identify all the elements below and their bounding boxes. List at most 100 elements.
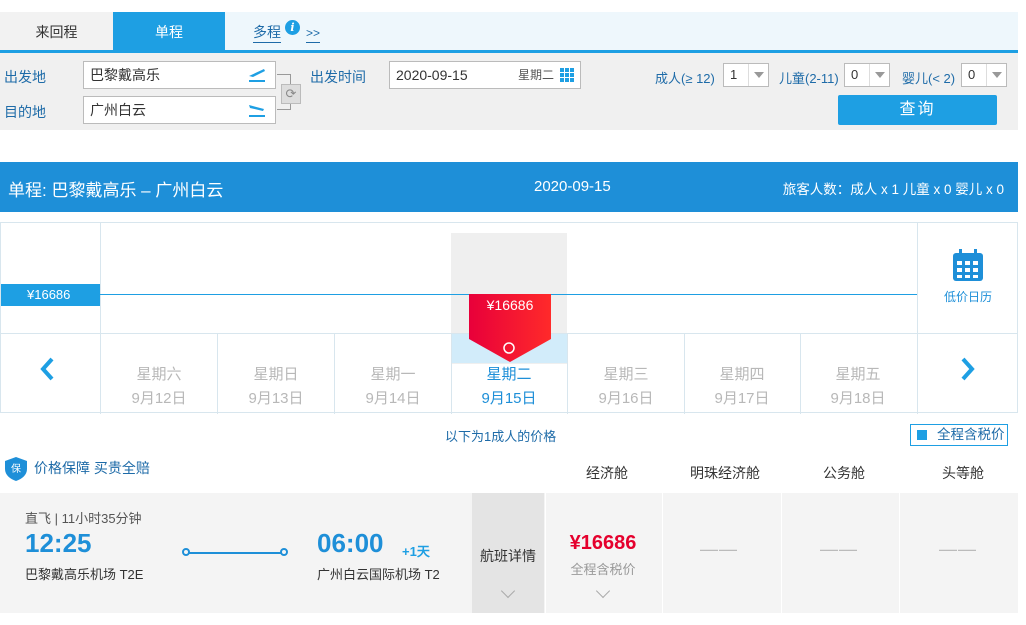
low-price-calendar-button[interactable]: 低价日历 xyxy=(918,248,1018,305)
date-cell[interactable]: 星期一 9月14日 xyxy=(335,363,451,411)
route-end-dot xyxy=(280,548,288,556)
price-axis-label: ¥16686 xyxy=(1,284,100,306)
passenger-summary: 旅客人数：成人 x 1 儿童 x 0 婴儿 x 0 xyxy=(782,182,1004,197)
date-day: 9月13日 xyxy=(248,390,304,407)
search-panel: 出发地 巴黎戴高乐 目的地 广州白云 ⟳ 出发时间 2020-09-15 星期二… xyxy=(0,53,1018,130)
infant-label: 婴儿(< 2) xyxy=(902,71,956,86)
date-cell[interactable]: 星期日 9月13日 xyxy=(218,363,334,411)
date-day: 9月16日 xyxy=(598,390,654,407)
next-day-badge: +1天 xyxy=(402,544,430,559)
info-icon[interactable]: i xyxy=(285,20,300,35)
date-weekday: 星期一 xyxy=(370,366,416,383)
child-label: 儿童(2-11) xyxy=(779,71,839,86)
date-cell[interactable]: 星期六 9月12日 xyxy=(101,363,217,411)
tab-multi[interactable]: 多程 i >> xyxy=(253,12,321,50)
route-line xyxy=(186,552,286,554)
tab-oneway[interactable]: 单程 xyxy=(113,12,225,50)
date-weekday: 星期五 xyxy=(835,366,881,383)
next-week-arrow-icon[interactable] xyxy=(958,355,978,391)
adult-label: 成人(≥ 12) xyxy=(655,71,715,86)
depart-weekday: 星期二 xyxy=(517,68,554,82)
shield-icon: 保 xyxy=(4,456,28,482)
route-date: 2020-09-15 xyxy=(534,178,611,195)
destination-value: 广州白云 xyxy=(90,102,146,118)
infant-select[interactable]: 0 xyxy=(961,63,1007,87)
price-guarantee-label: 价格保障 买贵全赔 xyxy=(34,460,150,476)
tax-inclusive-label: 全程含税价 xyxy=(937,427,1005,442)
date-day: 9月14日 xyxy=(365,390,421,407)
depart-airport: 巴黎戴高乐机场 T2E xyxy=(25,567,144,582)
price-axis-line xyxy=(1,294,917,295)
date-weekday: 星期三 xyxy=(603,366,649,383)
infant-select-value: 0 xyxy=(968,67,976,82)
checkbox-icon xyxy=(917,430,927,440)
first-unavailable: —— xyxy=(939,539,977,559)
date-cell-selected[interactable]: 星期二 9月15日 xyxy=(451,363,567,411)
trip-type-tabs: 来回程 单程 多程 i >> xyxy=(0,12,1018,53)
route-start-dot xyxy=(182,548,190,556)
tax-inclusive-toggle[interactable]: 全程含税价 xyxy=(910,424,1008,446)
selected-price-marker[interactable]: ¥16686 xyxy=(469,294,551,364)
destination-label: 目的地 xyxy=(4,104,46,120)
price-chart: ¥16686 ¥16686 星期六 9月12日 星期日 9月13日 星期一 9月14日… xyxy=(0,222,1018,414)
landing-icon xyxy=(247,100,267,127)
economy-price-note: 全程含税价 xyxy=(570,562,636,577)
date-cell[interactable]: 星期三 9月16日 xyxy=(568,363,684,411)
date-weekday: 星期二 xyxy=(486,366,532,383)
query-button[interactable]: 查询 xyxy=(838,95,997,125)
takeoff-icon xyxy=(247,65,267,92)
depart-time-label: 出发时间 xyxy=(310,69,366,85)
cabin-header-business: 公务舱 xyxy=(823,465,865,481)
origin-value: 巴黎戴高乐 xyxy=(90,67,160,83)
cabin-header-economy: 经济舱 xyxy=(586,465,628,481)
prev-week-arrow-icon[interactable] xyxy=(37,355,57,391)
tab-roundtrip[interactable]: 来回程 xyxy=(0,12,113,50)
tab-multi-label[interactable]: 多程 xyxy=(253,24,281,43)
chevron-down-icon xyxy=(869,64,889,86)
economy-price: ¥16686 xyxy=(569,532,637,554)
cabin-header-pearl-economy: 明珠经济舱 xyxy=(690,465,760,481)
flight-details-button[interactable]: 航班详情 xyxy=(472,493,544,613)
svg-text:保: 保 xyxy=(11,462,21,475)
child-select[interactable]: 0 xyxy=(844,63,890,87)
route-title: 单程: 巴黎戴高乐 – 广州白云 xyxy=(8,181,224,200)
price-guarantee[interactable]: 保 价格保障 买贵全赔 xyxy=(4,457,150,481)
date-cell[interactable]: 星期五 9月18日 xyxy=(800,363,916,411)
date-weekday: 星期日 xyxy=(253,366,299,383)
business-unavailable: —— xyxy=(820,539,858,559)
chevron-down-icon xyxy=(748,64,768,86)
date-day: 9月15日 xyxy=(481,390,537,407)
date-weekday: 星期六 xyxy=(136,366,182,383)
depart-time: 12:25 xyxy=(25,528,92,558)
destination-input[interactable]: 广州白云 xyxy=(83,96,276,124)
origin-input[interactable]: 巴黎戴高乐 xyxy=(83,61,276,89)
arrive-time: 06:00 xyxy=(317,528,384,558)
calendar-icon[interactable] xyxy=(560,68,574,82)
origin-label: 出发地 xyxy=(4,69,46,85)
calendar-icon xyxy=(952,248,984,282)
price-note: 以下为1成人的价格 xyxy=(445,429,557,444)
depart-date-input[interactable]: 2020-09-15 星期二 xyxy=(389,61,581,89)
swap-icon[interactable]: ⟳ xyxy=(281,84,301,104)
flight-meta: 直飞 | 11小时35分钟 xyxy=(25,511,142,526)
date-day: 9月12日 xyxy=(131,390,187,407)
cabin-header-first: 头等舱 xyxy=(942,465,984,481)
date-day: 9月18日 xyxy=(830,390,886,407)
low-price-calendar-label: 低价日历 xyxy=(943,290,992,304)
adult-select[interactable]: 1 xyxy=(723,63,769,87)
pearl-economy-unavailable: —— xyxy=(700,539,738,559)
arrive-airport: 广州白云国际机场 T2 xyxy=(317,567,440,582)
date-weekday: 星期四 xyxy=(719,366,765,383)
date-day: 9月17日 xyxy=(714,390,770,407)
double-arrow-icon[interactable]: >> xyxy=(306,26,321,43)
flight-row: 直飞 | 11小时35分钟 12:25 巴黎戴高乐机场 T2E 06:00 +1… xyxy=(0,493,1018,613)
depart-date-value: 2020-09-15 xyxy=(396,67,468,83)
chevron-down-icon xyxy=(986,64,1006,86)
chevron-down-icon xyxy=(595,583,611,599)
selected-price-value: ¥16686 xyxy=(486,297,534,313)
child-select-value: 0 xyxy=(851,67,859,82)
chevron-down-icon xyxy=(500,583,516,599)
result-header: 单程: 巴黎戴高乐 – 广州白云 2020-09-15 旅客人数：成人 x 1 … xyxy=(0,162,1018,212)
economy-fare[interactable]: ¥16686 全程含税价 xyxy=(545,493,661,613)
date-cell[interactable]: 星期四 9月17日 xyxy=(684,363,800,411)
